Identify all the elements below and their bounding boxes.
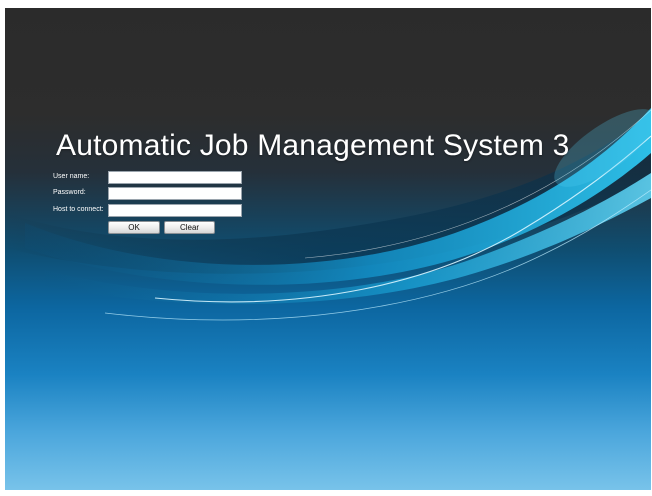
username-label: User name:: [53, 173, 90, 180]
host-label: Host to connect:: [53, 206, 104, 213]
background-swoosh-graphic: [5, 108, 651, 321]
ok-button[interactable]: OK: [108, 221, 160, 234]
clear-button[interactable]: Clear: [164, 221, 215, 234]
login-window: Automatic Job Management System 3 User n…: [5, 8, 651, 490]
host-row: Host to connect:: [53, 204, 253, 217]
host-input[interactable]: [108, 204, 242, 217]
username-input[interactable]: [108, 171, 242, 184]
password-label: Password:: [53, 189, 86, 196]
page-title: Automatic Job Management System 3: [56, 129, 570, 162]
username-row: User name:: [53, 171, 253, 184]
password-input[interactable]: [108, 187, 242, 200]
password-row: Password:: [53, 187, 253, 200]
